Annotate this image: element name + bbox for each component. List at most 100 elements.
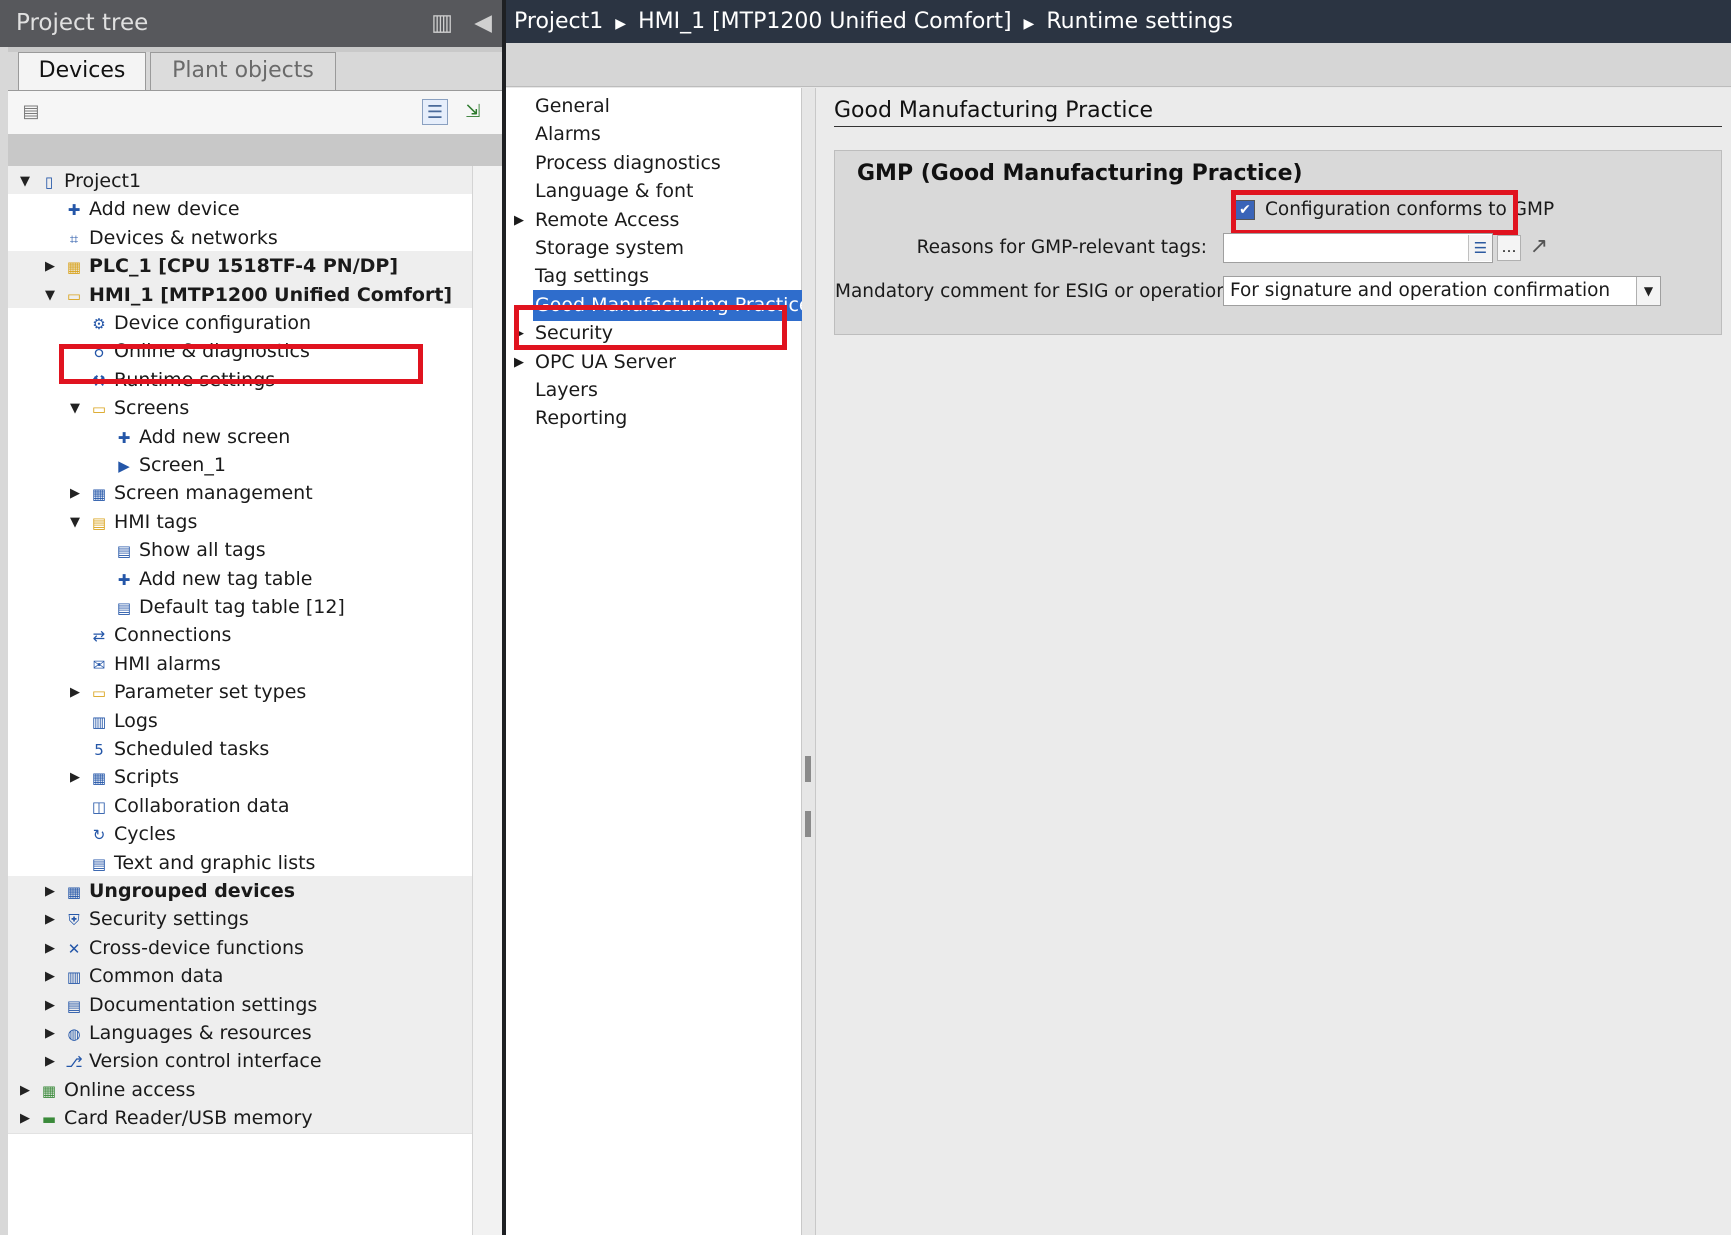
collapsed-arrow-icon[interactable]: ▶ bbox=[68, 762, 82, 793]
tree-item[interactable]: ▶ ▦ Scripts bbox=[8, 762, 472, 794]
tree-item[interactable]: ✚ Add new tag table bbox=[8, 563, 472, 595]
collapsed-arrow-icon[interactable]: ▶ bbox=[43, 1018, 57, 1049]
settings-nav-item[interactable]: ▶ Remote Access bbox=[506, 205, 802, 236]
tree-item[interactable]: ⚒ Runtime settings bbox=[8, 364, 472, 396]
tab-plant-objects[interactable]: Plant objects bbox=[150, 52, 336, 90]
overview-view-icon[interactable]: ☰ bbox=[422, 99, 448, 125]
collapsed-arrow-icon[interactable]: ▶ bbox=[43, 961, 57, 992]
goto-arrow-icon[interactable]: ↗ bbox=[1527, 233, 1551, 261]
collapsed-arrow-icon[interactable]: ▶ bbox=[514, 205, 524, 236]
settings-nav-item[interactable]: ▶ OPC UA Server bbox=[506, 347, 802, 378]
section-rule bbox=[834, 126, 1722, 127]
collapsed-arrow-icon[interactable]: ▶ bbox=[43, 251, 57, 282]
pin-icon[interactable]: ▥ bbox=[431, 0, 453, 47]
settings-nav-item[interactable]: Language & font bbox=[506, 176, 802, 207]
collapsed-arrow-icon[interactable]: ▶ bbox=[43, 990, 57, 1021]
tree-item[interactable]: ▶ ✕ Cross-device functions bbox=[8, 932, 472, 964]
tree-item[interactable]: ▶ ▦ PLC_1 [CPU 1518TF-4 PN/DP] bbox=[8, 251, 472, 283]
expand-nav-grip[interactable] bbox=[805, 811, 811, 837]
tree-item[interactable]: ⇄ Connections bbox=[8, 620, 472, 652]
collapsed-arrow-icon[interactable]: ▶ bbox=[514, 347, 524, 378]
tree-item[interactable]: ▥ Logs bbox=[8, 705, 472, 737]
text-list-icon[interactable]: ☰ bbox=[1468, 235, 1492, 261]
expanded-arrow-icon[interactable]: ▼ bbox=[68, 393, 82, 424]
collapsed-arrow-icon[interactable]: ▶ bbox=[43, 904, 57, 935]
settings-nav-item[interactable]: General bbox=[506, 91, 802, 122]
tree-item[interactable]: ▶ ▥ Common data bbox=[8, 961, 472, 993]
tree-item[interactable]: ↻ Cycles bbox=[8, 819, 472, 851]
settings-nav-item[interactable]: Reporting bbox=[506, 403, 802, 434]
collapsed-arrow-icon[interactable]: ▶ bbox=[43, 876, 57, 907]
card-reader-icon: ▬ bbox=[41, 1110, 57, 1129]
tree-item[interactable]: ▶ ▬ Card Reader/USB memory bbox=[8, 1103, 472, 1135]
properties-icon[interactable]: ▤ bbox=[18, 99, 44, 125]
tree-item[interactable]: ▶ Screen_1 bbox=[8, 450, 472, 481]
collapsed-arrow-icon[interactable]: ▶ bbox=[18, 1075, 32, 1106]
tree-item[interactable]: ▼ ▭ Screens bbox=[8, 393, 472, 425]
expanded-arrow-icon[interactable]: ▼ bbox=[43, 280, 57, 311]
tree-item[interactable]: ▼ ▯ Project1 bbox=[8, 166, 472, 197]
collapse-left-icon[interactable]: ◀ bbox=[474, 0, 492, 47]
device-config-icon: ⚙ bbox=[92, 315, 106, 333]
tree-item[interactable]: 5 Scheduled tasks bbox=[8, 734, 472, 765]
tree-item[interactable]: ▤ Default tag table [12] bbox=[8, 592, 472, 623]
settings-nav-item[interactable]: Alarms bbox=[506, 119, 802, 150]
tree-item[interactable]: ✉ HMI alarms bbox=[8, 648, 472, 680]
settings-nav-item[interactable]: Tag settings bbox=[506, 261, 802, 292]
tree-item[interactable]: ♁ Online & diagnostics bbox=[8, 336, 472, 368]
nav-splitter[interactable] bbox=[802, 88, 816, 1235]
tree-item[interactable]: ✚ Add new screen bbox=[8, 421, 472, 453]
collapsed-arrow-icon[interactable]: ▶ bbox=[43, 933, 57, 964]
plc-icon: ▦ bbox=[66, 258, 82, 277]
tree-item[interactable]: ▶ ▤ Documentation settings bbox=[8, 989, 472, 1021]
tree-item[interactable]: ⌗ Devices & networks bbox=[8, 222, 472, 254]
tree-item[interactable]: ✚ Add new device bbox=[8, 194, 472, 226]
export-icon[interactable]: ⇲ bbox=[460, 99, 486, 125]
tree-item[interactable]: ⚙ Device configuration bbox=[8, 308, 472, 339]
settings-nav-item[interactable]: Storage system bbox=[506, 233, 802, 264]
chevron-down-icon[interactable]: ▼ bbox=[1636, 277, 1660, 305]
settings-nav-item[interactable]: ▶ Security bbox=[506, 318, 802, 349]
tree-item[interactable]: ▶ ▭ Parameter set types bbox=[8, 677, 472, 709]
collapse-nav-grip[interactable] bbox=[805, 756, 811, 782]
tree-item[interactable]: ▶ ▦ Ungrouped devices bbox=[8, 876, 472, 907]
collapsed-arrow-icon[interactable]: ▶ bbox=[514, 318, 524, 349]
tree-item[interactable]: ▼ ▤ HMI tags bbox=[8, 506, 472, 538]
tree-item[interactable]: ▶ ⎇ Version control interface bbox=[8, 1046, 472, 1078]
collapsed-arrow-icon[interactable]: ▶ bbox=[68, 478, 82, 509]
breadcrumb-separator-icon: ▶ bbox=[615, 16, 627, 32]
collaboration-icon: ◫ bbox=[91, 797, 107, 816]
tree-item[interactable]: ◫ Collaboration data bbox=[8, 790, 472, 822]
tree-item[interactable]: ▶ ▦ Screen management bbox=[8, 478, 472, 510]
browse-button[interactable]: … bbox=[1497, 235, 1521, 261]
tree-item[interactable]: ▤ Show all tags bbox=[8, 535, 472, 567]
tree-item[interactable]: ▼ ▭ HMI_1 [MTP1200 Unified Comfort] bbox=[8, 279, 472, 311]
screen-icon: ▶ bbox=[118, 457, 130, 475]
tree-item[interactable]: ▶ ⛨ Security settings bbox=[8, 904, 472, 936]
tree-item[interactable]: ▶ ▦ Online access bbox=[8, 1074, 472, 1106]
tree-item[interactable]: ▶ ◍ Languages & resources bbox=[8, 1018, 472, 1049]
collapsed-arrow-icon[interactable]: ▶ bbox=[68, 677, 82, 708]
settings-nav-label: Security bbox=[535, 322, 614, 345]
project-tree-header: Project tree ▥ ◀ bbox=[0, 0, 502, 47]
expanded-arrow-icon[interactable]: ▼ bbox=[18, 166, 32, 197]
project-tree-title: Project tree bbox=[16, 10, 149, 36]
collapsed-arrow-icon[interactable]: ▶ bbox=[43, 1046, 57, 1077]
settings-nav-item[interactable]: Process diagnostics bbox=[506, 148, 802, 179]
reasons-input[interactable] bbox=[1223, 233, 1493, 263]
expanded-arrow-icon[interactable]: ▼ bbox=[68, 507, 82, 538]
comment-select[interactable]: For signature and operation confirmation… bbox=[1223, 276, 1661, 306]
tree-item[interactable]: ▤ Text and graphic lists bbox=[8, 847, 472, 879]
collapsed-arrow-icon[interactable]: ▶ bbox=[18, 1103, 32, 1134]
breadcrumb-item-project[interactable]: Project1 bbox=[514, 9, 603, 34]
tree-scrollbar[interactable] bbox=[472, 166, 502, 1235]
settings-nav-item[interactable]: Layers bbox=[506, 375, 802, 406]
conforms-gmp-checkbox[interactable]: ✔ bbox=[1235, 200, 1255, 220]
tree-item-label: PLC_1 [CPU 1518TF-4 PN/DP] bbox=[89, 255, 399, 278]
tab-devices[interactable]: Devices bbox=[18, 52, 146, 90]
breadcrumb-item-runtime-settings[interactable]: Runtime settings bbox=[1046, 9, 1233, 34]
breadcrumb-item-device[interactable]: HMI_1 [MTP1200 Unified Comfort] bbox=[638, 9, 1011, 34]
comment-label: Mandatory comment for ESIG or operation: bbox=[835, 281, 1235, 302]
settings-nav-item[interactable]: Good Manufacturing Practice bbox=[506, 289, 813, 321]
tags-folder-icon: ▤ bbox=[91, 513, 107, 532]
